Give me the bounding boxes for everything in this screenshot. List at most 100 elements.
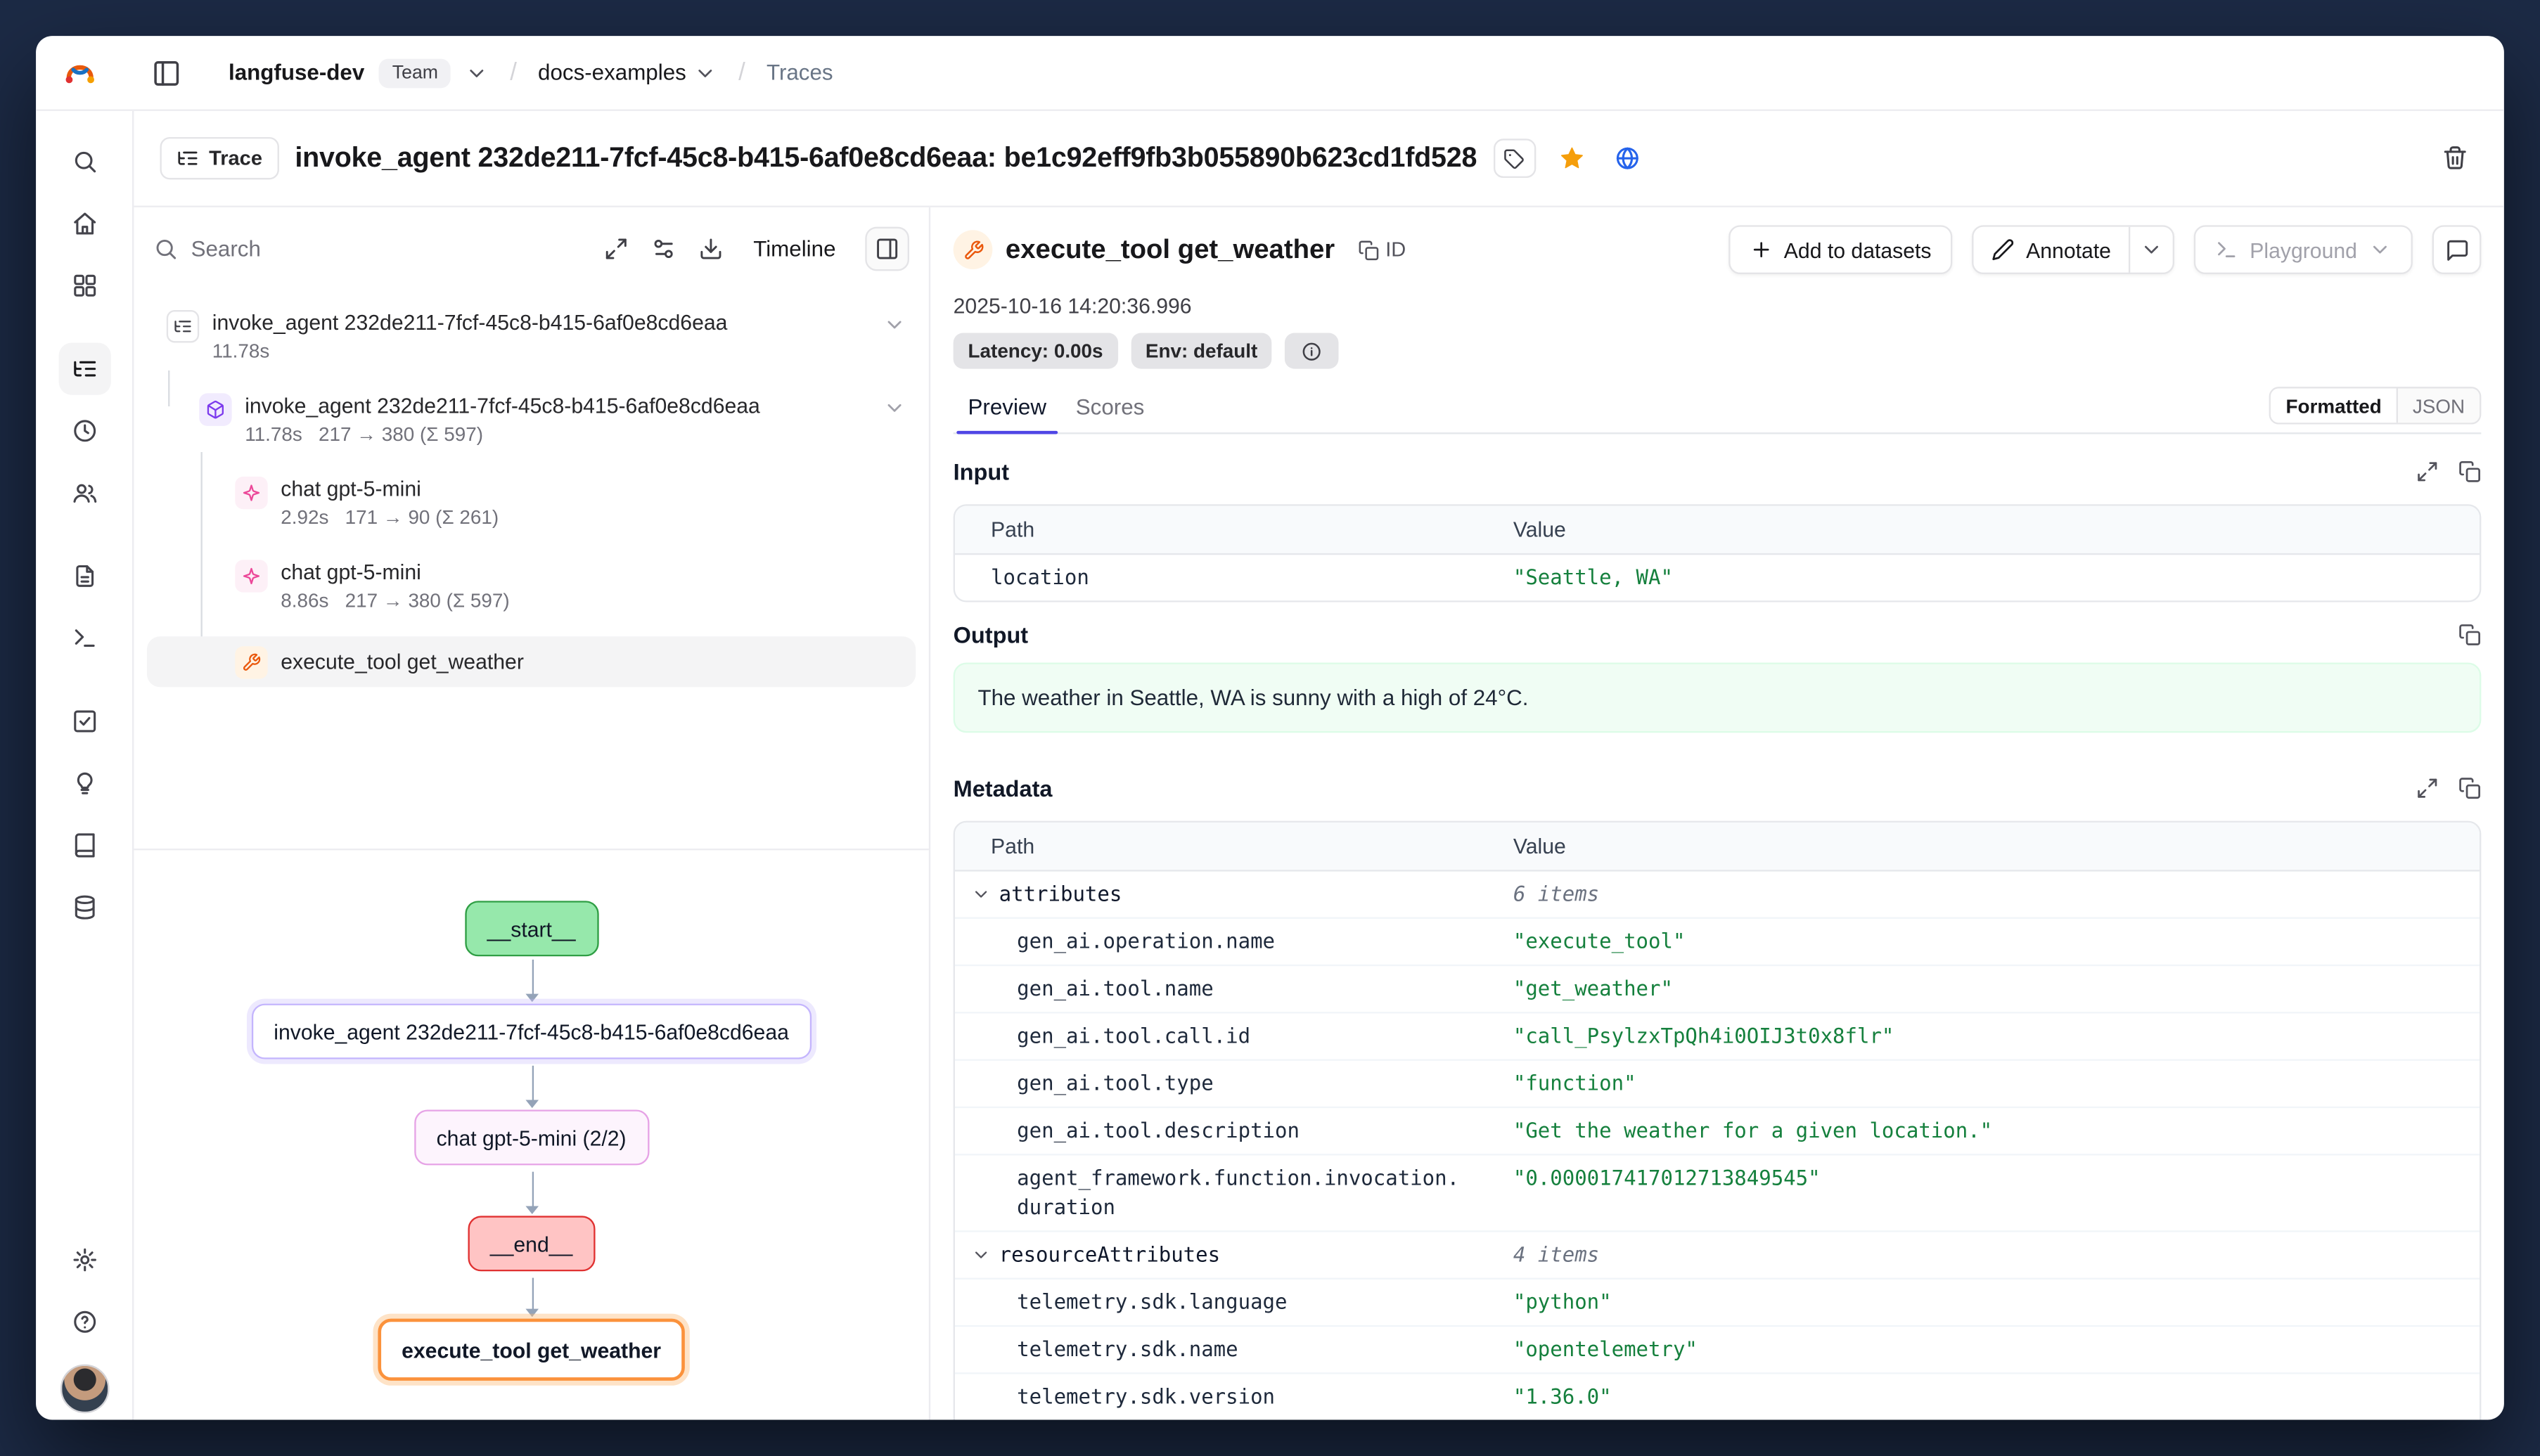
- annotate-button[interactable]: Annotate: [1974, 227, 2129, 273]
- tree-search: [153, 236, 582, 260]
- expand-all-icon[interactable]: [605, 236, 629, 260]
- star-icon[interactable]: [1552, 138, 1591, 178]
- metadata-group-row[interactable]: attributes 6 items: [955, 872, 2480, 919]
- kv-path: telemetry.sdk.language: [955, 1288, 1513, 1318]
- chevron-down-icon: [971, 1245, 991, 1265]
- copy-icon[interactable]: [2458, 624, 2481, 646]
- token-usage: 217 → 380 (Σ 597): [319, 423, 483, 445]
- annotate-label: Annotate: [2026, 238, 2111, 262]
- kv-path: gen_ai.tool.call.id: [955, 1022, 1513, 1051]
- annotate-dropdown-icon[interactable]: [2129, 227, 2173, 273]
- kv-path: agent_framework.function.invocation.dura…: [955, 1164, 1513, 1223]
- tag-icon[interactable]: [1493, 138, 1535, 178]
- tab-scores[interactable]: Scores: [1061, 392, 1159, 432]
- tab-preview[interactable]: Preview: [954, 392, 1061, 432]
- prompts-icon[interactable]: [58, 550, 110, 602]
- input-table: Path Value location "Seattle, WA": [954, 504, 2482, 602]
- expand-icon[interactable]: [2416, 460, 2439, 483]
- kv-path: resourceAttributes: [999, 1240, 1220, 1270]
- kv-path: gen_ai.tool.description: [955, 1116, 1513, 1146]
- playground-label: Playground: [2250, 238, 2357, 262]
- sessions-icon[interactable]: [58, 405, 110, 457]
- tree-row-title: execute_tool get_weather: [281, 648, 524, 676]
- agent-graph: __start__ invoke_agent 232de211-7fcf-45c…: [134, 850, 928, 1419]
- chevron-down-icon[interactable]: [466, 61, 489, 84]
- column-path: Path: [955, 834, 1513, 858]
- help-icon[interactable]: [58, 1296, 110, 1348]
- langfuse-logo[interactable]: [59, 51, 101, 94]
- latency-badge: Latency: 0.00s: [954, 333, 1118, 369]
- settings-gear-icon[interactable]: [58, 1234, 110, 1286]
- search-input[interactable]: [191, 236, 387, 260]
- traces-icon[interactable]: [58, 342, 110, 394]
- datasets-icon[interactable]: [58, 819, 110, 871]
- filter-settings-icon[interactable]: [652, 236, 676, 260]
- metadata-table: Path Value attributes 6 items gen_ai.ope…: [954, 821, 2482, 1420]
- sidebar-toggle-icon[interactable]: [143, 50, 189, 96]
- metadata-group-row[interactable]: resourceAttributes 4 items: [955, 1232, 2480, 1280]
- graph-node-chat[interactable]: chat gpt-5-mini (2/2): [413, 1109, 649, 1165]
- kv-path: telemetry.sdk.version: [955, 1382, 1513, 1412]
- observation-timestamp: 2025-10-16 14:20:36.996: [954, 294, 2482, 318]
- table-header: Path Value: [955, 506, 2480, 555]
- metadata-row: gen_ai.tool.call.id "call_PsylzxTpQh4i0O…: [955, 1014, 2480, 1061]
- breadcrumb-project[interactable]: docs-examples: [538, 60, 717, 85]
- database-icon[interactable]: [58, 882, 110, 934]
- user-avatar[interactable]: [60, 1365, 109, 1414]
- add-to-datasets-label: Add to datasets: [1784, 238, 1932, 262]
- metadata-row: gen_ai.tool.description "Get the weather…: [955, 1108, 2480, 1155]
- tree-row-stats: 2.92s171 → 90 (Σ 261): [281, 504, 499, 530]
- breadcrumb-org[interactable]: langfuse-dev: [229, 60, 364, 85]
- graph-node-invoke-agent[interactable]: invoke_agent 232de211-7fcf-45c8-b415-6af…: [251, 1004, 812, 1059]
- graph-node-end[interactable]: __end__: [467, 1216, 596, 1271]
- copy-icon[interactable]: [2458, 777, 2481, 799]
- insights-icon[interactable]: [58, 757, 110, 809]
- delete-trace-icon[interactable]: [2432, 136, 2478, 181]
- chevron-down-icon[interactable]: [883, 309, 906, 336]
- home-icon[interactable]: [58, 198, 110, 250]
- tree-row-execute-tool[interactable]: execute_tool get_weather: [147, 636, 916, 687]
- playground-icon[interactable]: [58, 612, 110, 664]
- tree-row-chat-1[interactable]: chat gpt-5-mini 2.92s171 → 90 (Σ 261): [147, 470, 916, 536]
- tree-row-chat-2[interactable]: chat gpt-5-mini 8.86s217 → 380 (Σ 597): [147, 553, 916, 619]
- langfuse-window: langfuse-dev Team / docs-examples / Trac…: [36, 36, 2504, 1419]
- dashboards-icon[interactable]: [58, 259, 110, 311]
- timeline-toggle[interactable]: Timeline: [753, 236, 835, 260]
- observation-detail-panel: execute_tool get_weather ID Add to datas…: [930, 207, 2504, 1420]
- copy-icon[interactable]: [2458, 460, 2481, 483]
- format-formatted[interactable]: Formatted: [2271, 388, 2398, 423]
- top-navigation-bar: langfuse-dev Team / docs-examples / Trac…: [36, 36, 2504, 111]
- chevron-down-icon: [694, 61, 717, 84]
- tree-row-title: chat gpt-5-mini: [281, 558, 509, 586]
- download-icon[interactable]: [700, 236, 724, 260]
- users-icon[interactable]: [58, 467, 110, 519]
- format-toggle: Formatted JSON: [2269, 387, 2481, 424]
- comments-button[interactable]: [2432, 225, 2482, 274]
- list-tree-icon: [167, 310, 199, 342]
- info-icon[interactable]: [1285, 333, 1340, 369]
- playground-button[interactable]: Playground: [2194, 225, 2413, 274]
- graph-node-execute-tool[interactable]: execute_tool get_weather: [377, 1319, 686, 1381]
- tree-row-trace-root[interactable]: invoke_agent 232de211-7fcf-45c8-b415-6af…: [147, 304, 916, 369]
- breadcrumb-separator: /: [503, 59, 523, 86]
- search-icon[interactable]: [58, 136, 110, 188]
- column-value: Value: [1513, 517, 2480, 542]
- panel-view-toggle-icon[interactable]: [865, 226, 909, 271]
- tree-row-invoke-agent[interactable]: invoke_agent 232de211-7fcf-45c8-b415-6af…: [147, 387, 916, 452]
- breadcrumb-page[interactable]: Traces: [767, 60, 833, 85]
- evaluation-icon[interactable]: [58, 695, 110, 747]
- detail-tabs: Preview Scores Formatted JSON: [954, 387, 2482, 434]
- trace-title: invoke_agent 232de211-7fcf-45c8-b415-6af…: [295, 142, 1477, 174]
- copy-id-button[interactable]: ID: [1358, 238, 1406, 261]
- duration: 11.78s: [245, 423, 302, 445]
- tool-wrench-icon: [954, 230, 993, 269]
- graph-node-start[interactable]: __start__: [464, 901, 598, 956]
- add-to-datasets-button[interactable]: Add to datasets: [1728, 225, 1953, 274]
- output-section-header: Output: [954, 619, 2482, 651]
- trace-header-bar: Trace invoke_agent 232de211-7fcf-45c8-b4…: [134, 111, 2504, 207]
- chevron-down-icon[interactable]: [883, 392, 906, 419]
- format-json[interactable]: JSON: [2398, 388, 2480, 423]
- globe-icon[interactable]: [1608, 138, 1647, 178]
- expand-icon[interactable]: [2416, 777, 2439, 799]
- kv-path: attributes: [999, 880, 1122, 909]
